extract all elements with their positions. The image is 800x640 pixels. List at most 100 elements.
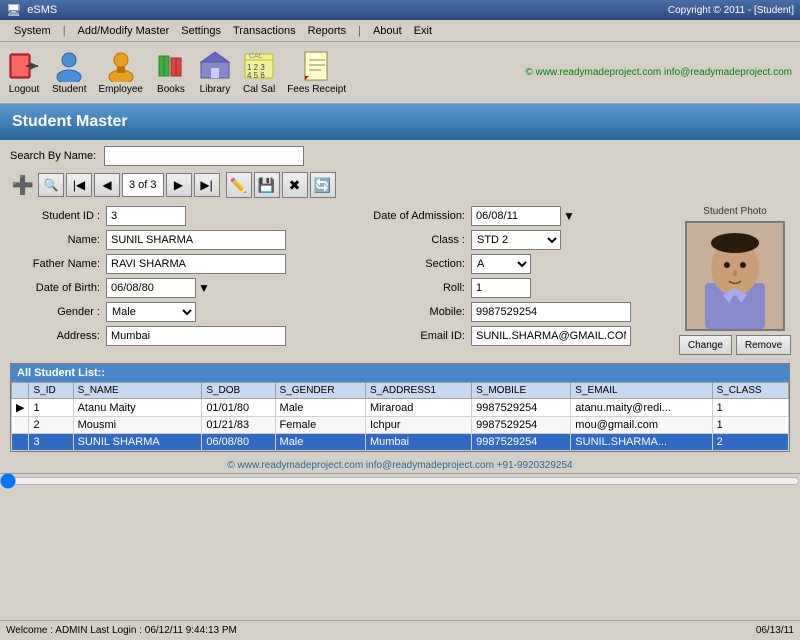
next-button[interactable]: ▶	[166, 173, 192, 197]
fees-receipt-button[interactable]: Fees Receipt	[287, 50, 346, 95]
search-bar: Search By Name:	[10, 146, 790, 166]
class-label: Class :	[345, 234, 465, 246]
roll-label: Roll:	[345, 282, 465, 294]
web-info: © www.readymadeproject.com info@readymad…	[525, 67, 792, 78]
mobile-input[interactable]	[471, 302, 631, 322]
title-bar: 🖥 eSMS Copyright © 2011 - [Student]	[0, 0, 800, 20]
menu-transactions[interactable]: Transactions	[233, 25, 296, 37]
dob-input[interactable]	[106, 278, 196, 298]
main-content: Search By Name: ➕ 🔍 |◀ ◀ 3 of 3 ▶ ▶| ✏️ …	[0, 140, 800, 458]
h-scrollbar[interactable]	[0, 473, 800, 487]
refresh-button[interactable]: 🔄	[310, 172, 336, 198]
gender-label: Gender :	[10, 306, 100, 318]
last-button[interactable]: ▶|	[194, 173, 220, 197]
remove-photo-button[interactable]: Remove	[736, 335, 791, 355]
edit-button[interactable]: ✏️	[226, 172, 252, 198]
doa-calendar-icon[interactable]: ▼	[563, 209, 575, 223]
date-of-admission-input[interactable]	[471, 206, 561, 226]
dob-calendar-icon[interactable]: ▼	[198, 281, 210, 295]
gender-select[interactable]: Male Female	[106, 302, 196, 322]
student-id-input[interactable]	[106, 206, 186, 226]
col-s_email: S_EMAIL	[571, 383, 712, 399]
menu-reports[interactable]: Reports	[308, 25, 347, 37]
dob-label: Date of Birth:	[10, 282, 100, 294]
page-header: Student Master	[0, 104, 800, 140]
search-input[interactable]	[104, 146, 304, 166]
photo-action-buttons: Change Remove	[679, 335, 791, 355]
employee-label: Employee	[98, 84, 142, 95]
student-photo	[685, 221, 785, 331]
menu-system[interactable]: System	[14, 25, 51, 37]
page-title: Student Master	[12, 113, 128, 131]
change-photo-button[interactable]: Change	[679, 335, 732, 355]
add-record-button[interactable]: ➕	[10, 172, 36, 198]
menu-add-modify[interactable]: Add/Modify Master	[78, 25, 170, 37]
menu-sep1: |	[63, 25, 66, 37]
form-left: Student ID : Name: Father Name: Date of …	[10, 206, 335, 355]
search-label: Search By Name:	[10, 150, 96, 162]
status-bar: Welcome : ADMIN Last Login : 06/12/11 9:…	[0, 620, 800, 640]
table-row[interactable]: 3SUNIL SHARMA06/08/80MaleMumbai998752925…	[12, 434, 789, 451]
section-select[interactable]: A B C	[471, 254, 531, 274]
name-input[interactable]	[106, 230, 286, 250]
table-row[interactable]: ▶1Atanu Maity01/01/80MaleMiraroad9987529…	[12, 399, 789, 417]
delete-button[interactable]: ✖	[282, 172, 308, 198]
logout-icon	[8, 50, 40, 82]
father-name-input[interactable]	[106, 254, 286, 274]
date-of-admission-label: Date of Admission:	[345, 210, 465, 222]
cal-sal-button[interactable]: CAL 1 2 3 4 5 6 Cal Sal	[243, 50, 275, 95]
col-indicator	[12, 383, 29, 399]
fees-receipt-label: Fees Receipt	[287, 84, 346, 95]
col-s_mobile: S_MOBILE	[472, 383, 571, 399]
footer-web-info: © www.readymadeproject.com info@readymad…	[0, 458, 800, 473]
student-button[interactable]: Student	[52, 50, 86, 95]
menu-exit[interactable]: Exit	[414, 25, 432, 37]
books-button[interactable]: Books	[155, 50, 187, 95]
menu-sep2: |	[358, 25, 361, 37]
logout-button[interactable]: Logout	[8, 50, 40, 95]
library-button[interactable]: Library	[199, 50, 231, 95]
copyright-text: Copyright © 2011 - [Student]	[668, 5, 794, 16]
student-icon	[53, 50, 85, 82]
list-header: All Student List::	[11, 364, 789, 382]
books-label: Books	[157, 84, 185, 95]
student-id-label: Student ID :	[10, 210, 100, 222]
email-input[interactable]	[471, 326, 631, 346]
address-input[interactable]	[106, 326, 286, 346]
h-scroll-slider[interactable]	[0, 473, 800, 489]
first-button[interactable]: |◀	[66, 173, 92, 197]
col-s_dob: S_DOB	[202, 383, 275, 399]
col-s_class: S_CLASS	[712, 383, 788, 399]
col-s_gender: S_GENDER	[275, 383, 365, 399]
record-counter: 3 of 3	[122, 173, 164, 197]
fees-receipt-icon	[301, 50, 333, 82]
col-s_id: S_ID	[29, 383, 73, 399]
cal-sal-label: Cal Sal	[243, 84, 275, 95]
save-button[interactable]: 💾	[254, 172, 280, 198]
menu-settings[interactable]: Settings	[181, 25, 221, 37]
form-right: Date of Admission: ▼ Class : STD 2 STD 1…	[345, 206, 670, 355]
svg-text:CAL: CAL	[249, 53, 263, 60]
col-s_address: S_ADDRESS1	[365, 383, 471, 399]
table-row[interactable]: 2Mousmi01/21/83FemaleIchpur9987529254mou…	[12, 417, 789, 434]
name-label: Name:	[10, 234, 100, 246]
father-name-label: Father Name:	[10, 258, 100, 270]
app-icon: 🖥	[6, 3, 21, 17]
address-label: Address:	[10, 330, 100, 342]
student-label: Student	[52, 84, 86, 95]
section-label: Section:	[345, 258, 465, 270]
employee-button[interactable]: Employee	[98, 50, 142, 95]
mobile-label: Mobile:	[345, 306, 465, 318]
employee-icon	[105, 50, 137, 82]
class-select[interactable]: STD 2 STD 1 STD 3	[471, 230, 561, 250]
menu-bar: System | Add/Modify Master Settings Tran…	[0, 20, 800, 42]
email-label: Email ID:	[345, 330, 465, 342]
photo-section: Student Photo	[680, 206, 790, 355]
find-button[interactable]: 🔍	[38, 173, 64, 197]
roll-input[interactable]	[471, 278, 531, 298]
prev-button[interactable]: ◀	[94, 173, 120, 197]
student-table: S_ID S_NAME S_DOB S_GENDER S_ADDRESS1 S_…	[11, 382, 789, 451]
cal-sal-icon: CAL 1 2 3 4 5 6	[243, 50, 275, 82]
menu-about[interactable]: About	[373, 25, 402, 37]
library-label: Library	[200, 84, 231, 95]
